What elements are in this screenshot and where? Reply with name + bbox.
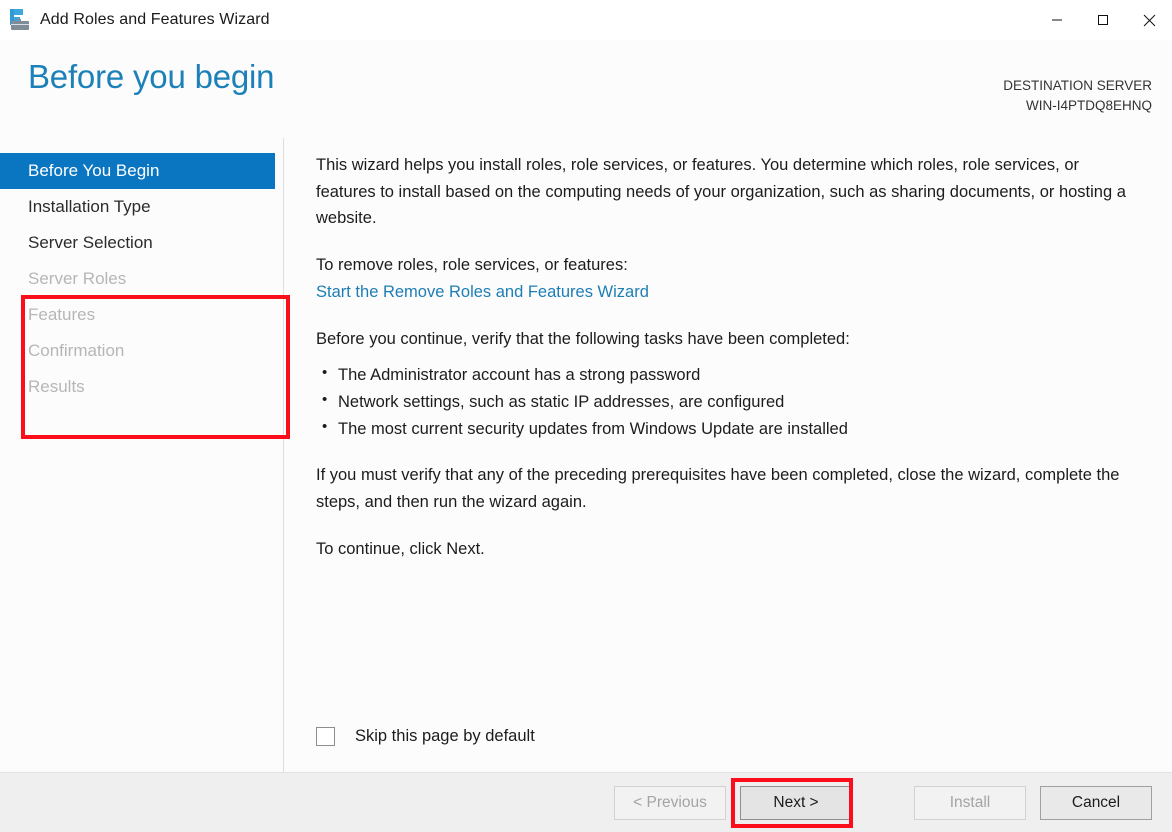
remove-heading: To remove roles, role services, or featu… bbox=[316, 256, 628, 275]
destination-server-label: DESTINATION SERVER bbox=[1003, 78, 1152, 93]
next-button-slot: Next > bbox=[731, 777, 853, 828]
window-title: Add Roles and Features Wizard bbox=[40, 11, 270, 28]
destination-server-name: WIN-I4PTDQ8EHNQ bbox=[1025, 97, 1152, 113]
title-bar: Add Roles and Features Wizard bbox=[0, 0, 1172, 40]
wizard-window: Add Roles and Features Wizard Before you… bbox=[0, 0, 1172, 832]
wizard-body: Before You Begin Installation Type Serve… bbox=[0, 138, 1172, 772]
minimize-icon bbox=[1051, 14, 1063, 26]
wizard-content: This wizard helps you install roles, rol… bbox=[284, 138, 1172, 772]
next-button[interactable]: Next > bbox=[740, 785, 852, 820]
minimize-button[interactable] bbox=[1034, 0, 1080, 40]
sidebar-item-installation-type[interactable]: Installation Type bbox=[0, 189, 283, 225]
intro-paragraph: This wizard helps you install roles, rol… bbox=[316, 156, 1126, 228]
wizard-footer: < Previous Next > Install Cancel bbox=[0, 772, 1172, 832]
cancel-button[interactable]: Cancel bbox=[1040, 785, 1152, 820]
continue-note: To continue, click Next. bbox=[316, 539, 485, 558]
prerequisite-note: If you must verify that any of the prece… bbox=[316, 466, 1120, 512]
sidebar-item-server-selection[interactable]: Server Selection bbox=[0, 225, 283, 261]
destination-server: DESTINATION SERVER WIN-I4PTDQ8EHNQ bbox=[1003, 76, 1152, 115]
page-title: Before you begin bbox=[28, 58, 275, 95]
remove-roles-wizard-link[interactable]: Start the Remove Roles and Features Wiza… bbox=[316, 283, 649, 301]
previous-button[interactable]: < Previous bbox=[614, 785, 726, 820]
previous-button-slot: < Previous bbox=[614, 785, 726, 820]
close-button[interactable] bbox=[1126, 0, 1172, 40]
close-icon bbox=[1143, 14, 1156, 27]
sidebar-item-before-you-begin[interactable]: Before You Begin bbox=[0, 153, 275, 189]
skip-page-row[interactable]: Skip this page by default bbox=[316, 727, 535, 746]
list-item: The most current security updates from W… bbox=[322, 415, 1130, 443]
wizard-navigation: Before You Begin Installation Type Serve… bbox=[0, 138, 290, 772]
sidebar-item-confirmation: Confirmation bbox=[28, 341, 125, 360]
sidebar-item-results: Results bbox=[28, 377, 85, 396]
page-header: Before you begin DESTINATION SERVER WIN-… bbox=[0, 40, 1172, 138]
list-item: The Administrator account has a strong p… bbox=[322, 361, 1130, 389]
skip-page-checkbox[interactable] bbox=[316, 727, 335, 746]
list-item: Network settings, such as static IP addr… bbox=[322, 388, 1130, 416]
window-controls bbox=[1034, 0, 1172, 40]
install-button[interactable]: Install bbox=[914, 785, 1026, 820]
prerequisite-task-list: The Administrator account has a strong p… bbox=[316, 361, 1130, 443]
install-button-slot: Install bbox=[914, 785, 1026, 820]
maximize-icon bbox=[1097, 14, 1109, 26]
skip-page-label: Skip this page by default bbox=[355, 727, 535, 745]
server-toolbox-icon bbox=[9, 9, 31, 31]
verify-heading: Before you continue, verify that the fol… bbox=[316, 329, 850, 348]
maximize-button[interactable] bbox=[1080, 0, 1126, 40]
cancel-button-slot: Cancel bbox=[1040, 785, 1152, 820]
sidebar-item-features: Features bbox=[28, 305, 96, 324]
sidebar-item-server-roles: Server Roles bbox=[28, 269, 127, 288]
